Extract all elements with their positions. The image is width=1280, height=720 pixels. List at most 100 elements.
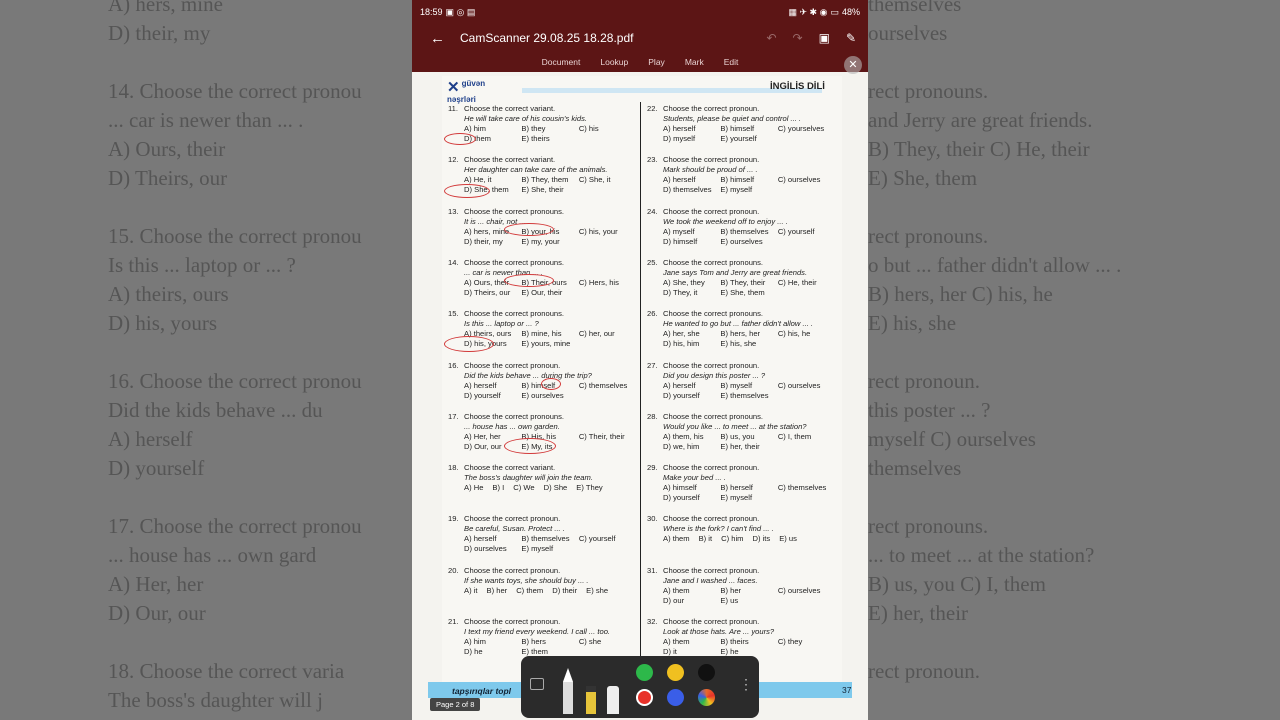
background-line: ... to meet ... at the station?: [868, 543, 1095, 567]
answer-option: A) it: [464, 585, 478, 595]
answer-options: A) theirs, ours B) mine, his C) her, our D)…: [448, 329, 638, 349]
color-blue[interactable]: [667, 689, 684, 706]
color-green[interactable]: [636, 664, 653, 681]
answer-options: A) Ours, their B) Their, ours C) Hers, his…: [448, 278, 638, 298]
background-line: rect pronouns.: [868, 514, 989, 538]
background-line: A) Ours, their: [108, 137, 226, 161]
answer-option: A) himself: [663, 483, 697, 493]
question-number: 31.: [647, 565, 658, 575]
question-stem: Choose the correct pronouns.: [663, 309, 764, 319]
answer-option: B) herself: [720, 483, 753, 493]
answer-option: E) myself: [720, 185, 753, 195]
eraser-icon[interactable]: [607, 686, 619, 714]
pen-icon[interactable]: [563, 668, 573, 714]
background-line: ... house has ... own gard: [108, 543, 317, 567]
question-stem: Choose the correct pronouns.: [464, 309, 565, 319]
answer-option: C) him: [721, 534, 744, 544]
close-icon[interactable]: ✕: [844, 56, 862, 74]
keyboard-icon[interactable]: [530, 678, 544, 690]
question-number: 20.: [448, 565, 459, 575]
answer-options: A) them B) theirs C) they D) it E) he: [647, 637, 837, 657]
answer-option: E) us: [779, 534, 797, 544]
save-icon[interactable]: ▣: [819, 31, 830, 45]
more-options-icon[interactable]: ⋮: [739, 677, 753, 691]
answer-option: E) ourselves: [521, 390, 564, 400]
undo-icon[interactable]: ↶: [766, 31, 776, 45]
question-sentence: If she wants toys, she should buy ... .: [464, 575, 589, 585]
color-black[interactable]: [698, 664, 715, 681]
background-line: and Jerry are great friends.: [868, 108, 1093, 132]
tab-play[interactable]: Play: [648, 57, 665, 67]
answer-option: E) yours, mine: [521, 339, 571, 349]
answer-option: C) she: [578, 637, 602, 646]
question-stem: Choose the correct variant.: [464, 155, 556, 165]
question-stem: Choose the correct pronouns.: [464, 206, 565, 216]
question-stem: Choose the correct variant.: [464, 463, 556, 473]
background-line: [868, 338, 1280, 367]
answer-option: B) themselves: [521, 534, 570, 544]
question-item: 11. Choose the correct variant. He will ta…: [448, 104, 638, 144]
status-bar: 18:59 ▣ ◎ ▤ ▦ ✈ ✱ ◉ ▭ 48%: [412, 0, 868, 24]
question-sentence: ... house has ... own garden.: [464, 421, 560, 431]
answer-option: C) Hers, his: [578, 277, 619, 287]
answer-options: A) herself B) himself C) themselves D) your…: [448, 381, 638, 401]
question-sentence: Is this ... laptop or ... ?: [464, 319, 539, 329]
answer-option: B) Their, ours: [521, 277, 567, 287]
page-number: 37: [842, 685, 852, 695]
background-line: [108, 193, 410, 222]
answer-option: C) She, it: [578, 175, 611, 185]
pen-edit-icon[interactable]: ✎: [846, 31, 856, 45]
answer-options: A) himself B) herself C) themselves D) your…: [647, 483, 837, 503]
answer-option: B) your, his: [521, 226, 560, 236]
question-item: 29. Choose the correct pronoun. Make your …: [647, 463, 837, 503]
answer-option: A) hers, mine: [464, 226, 510, 236]
answer-option: D) yourself: [663, 493, 700, 503]
question-number: 19.: [448, 514, 459, 524]
question-stem: Choose the correct pronouns.: [464, 257, 565, 267]
answer-option: C) yourself: [777, 226, 815, 236]
answer-option: C) themselves: [578, 380, 628, 390]
answer-option: B) himself: [720, 124, 755, 133]
annotation-toolbar: ⋮: [521, 656, 759, 718]
answer-option: B) theirs: [720, 637, 749, 646]
question-sentence: Did the kids behave ... during the trip?: [464, 370, 592, 380]
background-line: [108, 628, 410, 657]
answer-option: C) I, them: [777, 431, 812, 441]
question-number: 26.: [647, 309, 658, 319]
answer-options: A) Her, her B) His, his C) Their, their D) …: [448, 432, 638, 452]
color-red[interactable]: [636, 689, 653, 706]
answer-option: A) He, it: [464, 175, 492, 185]
marker-icon[interactable]: [586, 686, 596, 714]
background-line: D) his, yours: [108, 311, 218, 335]
question-sentence: Where is the fork? I can't find ... .: [663, 524, 774, 534]
question-number: 11.: [448, 104, 458, 113]
answer-options: A) hers, mine B) your, his C) his, your D) …: [448, 227, 638, 247]
answer-options: A) them B) it C) him D) its E) us: [647, 534, 837, 544]
question-stem: Choose the correct variant.: [464, 104, 556, 113]
answer-option: E) themselves: [720, 390, 769, 400]
background-line: [108, 48, 410, 77]
answer-option: D) his, him: [663, 339, 700, 349]
question-sentence: Would you like ... to meet ... at the st…: [663, 421, 807, 431]
redo-icon[interactable]: ↷: [793, 31, 803, 45]
question-number: 18.: [448, 463, 459, 473]
answer-option: B) myself: [720, 380, 753, 390]
answer-options: A) them B) her C) ourselves D) our E) us: [647, 586, 837, 606]
tab-edit[interactable]: Edit: [724, 57, 739, 67]
tab-lookup[interactable]: Lookup: [600, 57, 628, 67]
answer-options: A) myself B) themselves C) yourself D) hims…: [647, 227, 837, 247]
answer-option: C) themselves: [777, 483, 827, 493]
color-yellow[interactable]: [667, 664, 684, 681]
question-sentence: The boss's daughter will join the team.: [464, 473, 593, 483]
background-line: A) hers, mine: [108, 0, 223, 16]
background-line: D) Theirs, our: [108, 166, 228, 190]
question-item: 23. Choose the correct pronoun. Mark shoul…: [647, 155, 837, 195]
tab-document[interactable]: Document: [542, 57, 581, 67]
arrow-left-icon[interactable]: ←: [430, 30, 450, 47]
color-picker[interactable]: [698, 689, 715, 706]
answer-option: A) them, his: [663, 431, 704, 441]
answer-option: A) herself: [663, 175, 696, 185]
tab-mark[interactable]: Mark: [685, 57, 704, 67]
background-line: E) his, she: [868, 311, 957, 335]
answer-option: A) herself: [464, 534, 497, 544]
